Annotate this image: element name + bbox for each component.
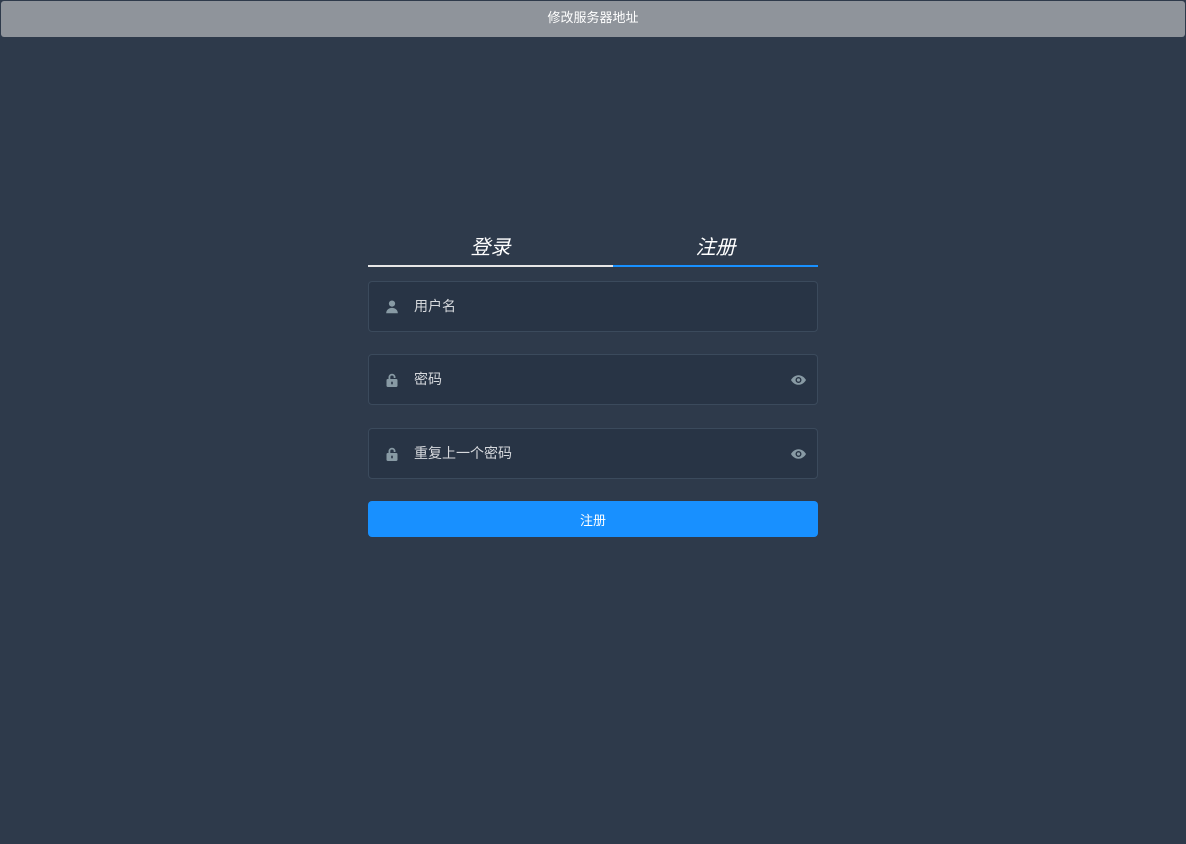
- lock-icon: [384, 446, 400, 462]
- tab-register[interactable]: 注册: [613, 228, 818, 266]
- tab-login[interactable]: 登录: [368, 228, 613, 266]
- repeat-password-input[interactable]: [414, 429, 774, 478]
- tab-login-underline: [368, 265, 613, 267]
- app-window: 修改服务器地址 登录 注册 用户名 注册: [0, 0, 1186, 844]
- tab-register-active-indicator: [613, 265, 818, 267]
- password-field: [368, 354, 818, 405]
- show-repeat-password-eye-icon[interactable]: [790, 446, 807, 462]
- lock-icon: [384, 372, 400, 388]
- auth-tabs: 登录 注册: [368, 228, 818, 267]
- show-password-eye-icon[interactable]: [790, 372, 807, 388]
- username-input[interactable]: [414, 282, 774, 331]
- repeat-password-field: [368, 428, 818, 479]
- username-field: [368, 281, 818, 332]
- user-icon: [384, 299, 400, 315]
- register-submit-button[interactable]: 注册: [368, 501, 818, 537]
- password-input[interactable]: [414, 355, 774, 404]
- change-server-address-button[interactable]: 修改服务器地址: [1, 1, 1185, 37]
